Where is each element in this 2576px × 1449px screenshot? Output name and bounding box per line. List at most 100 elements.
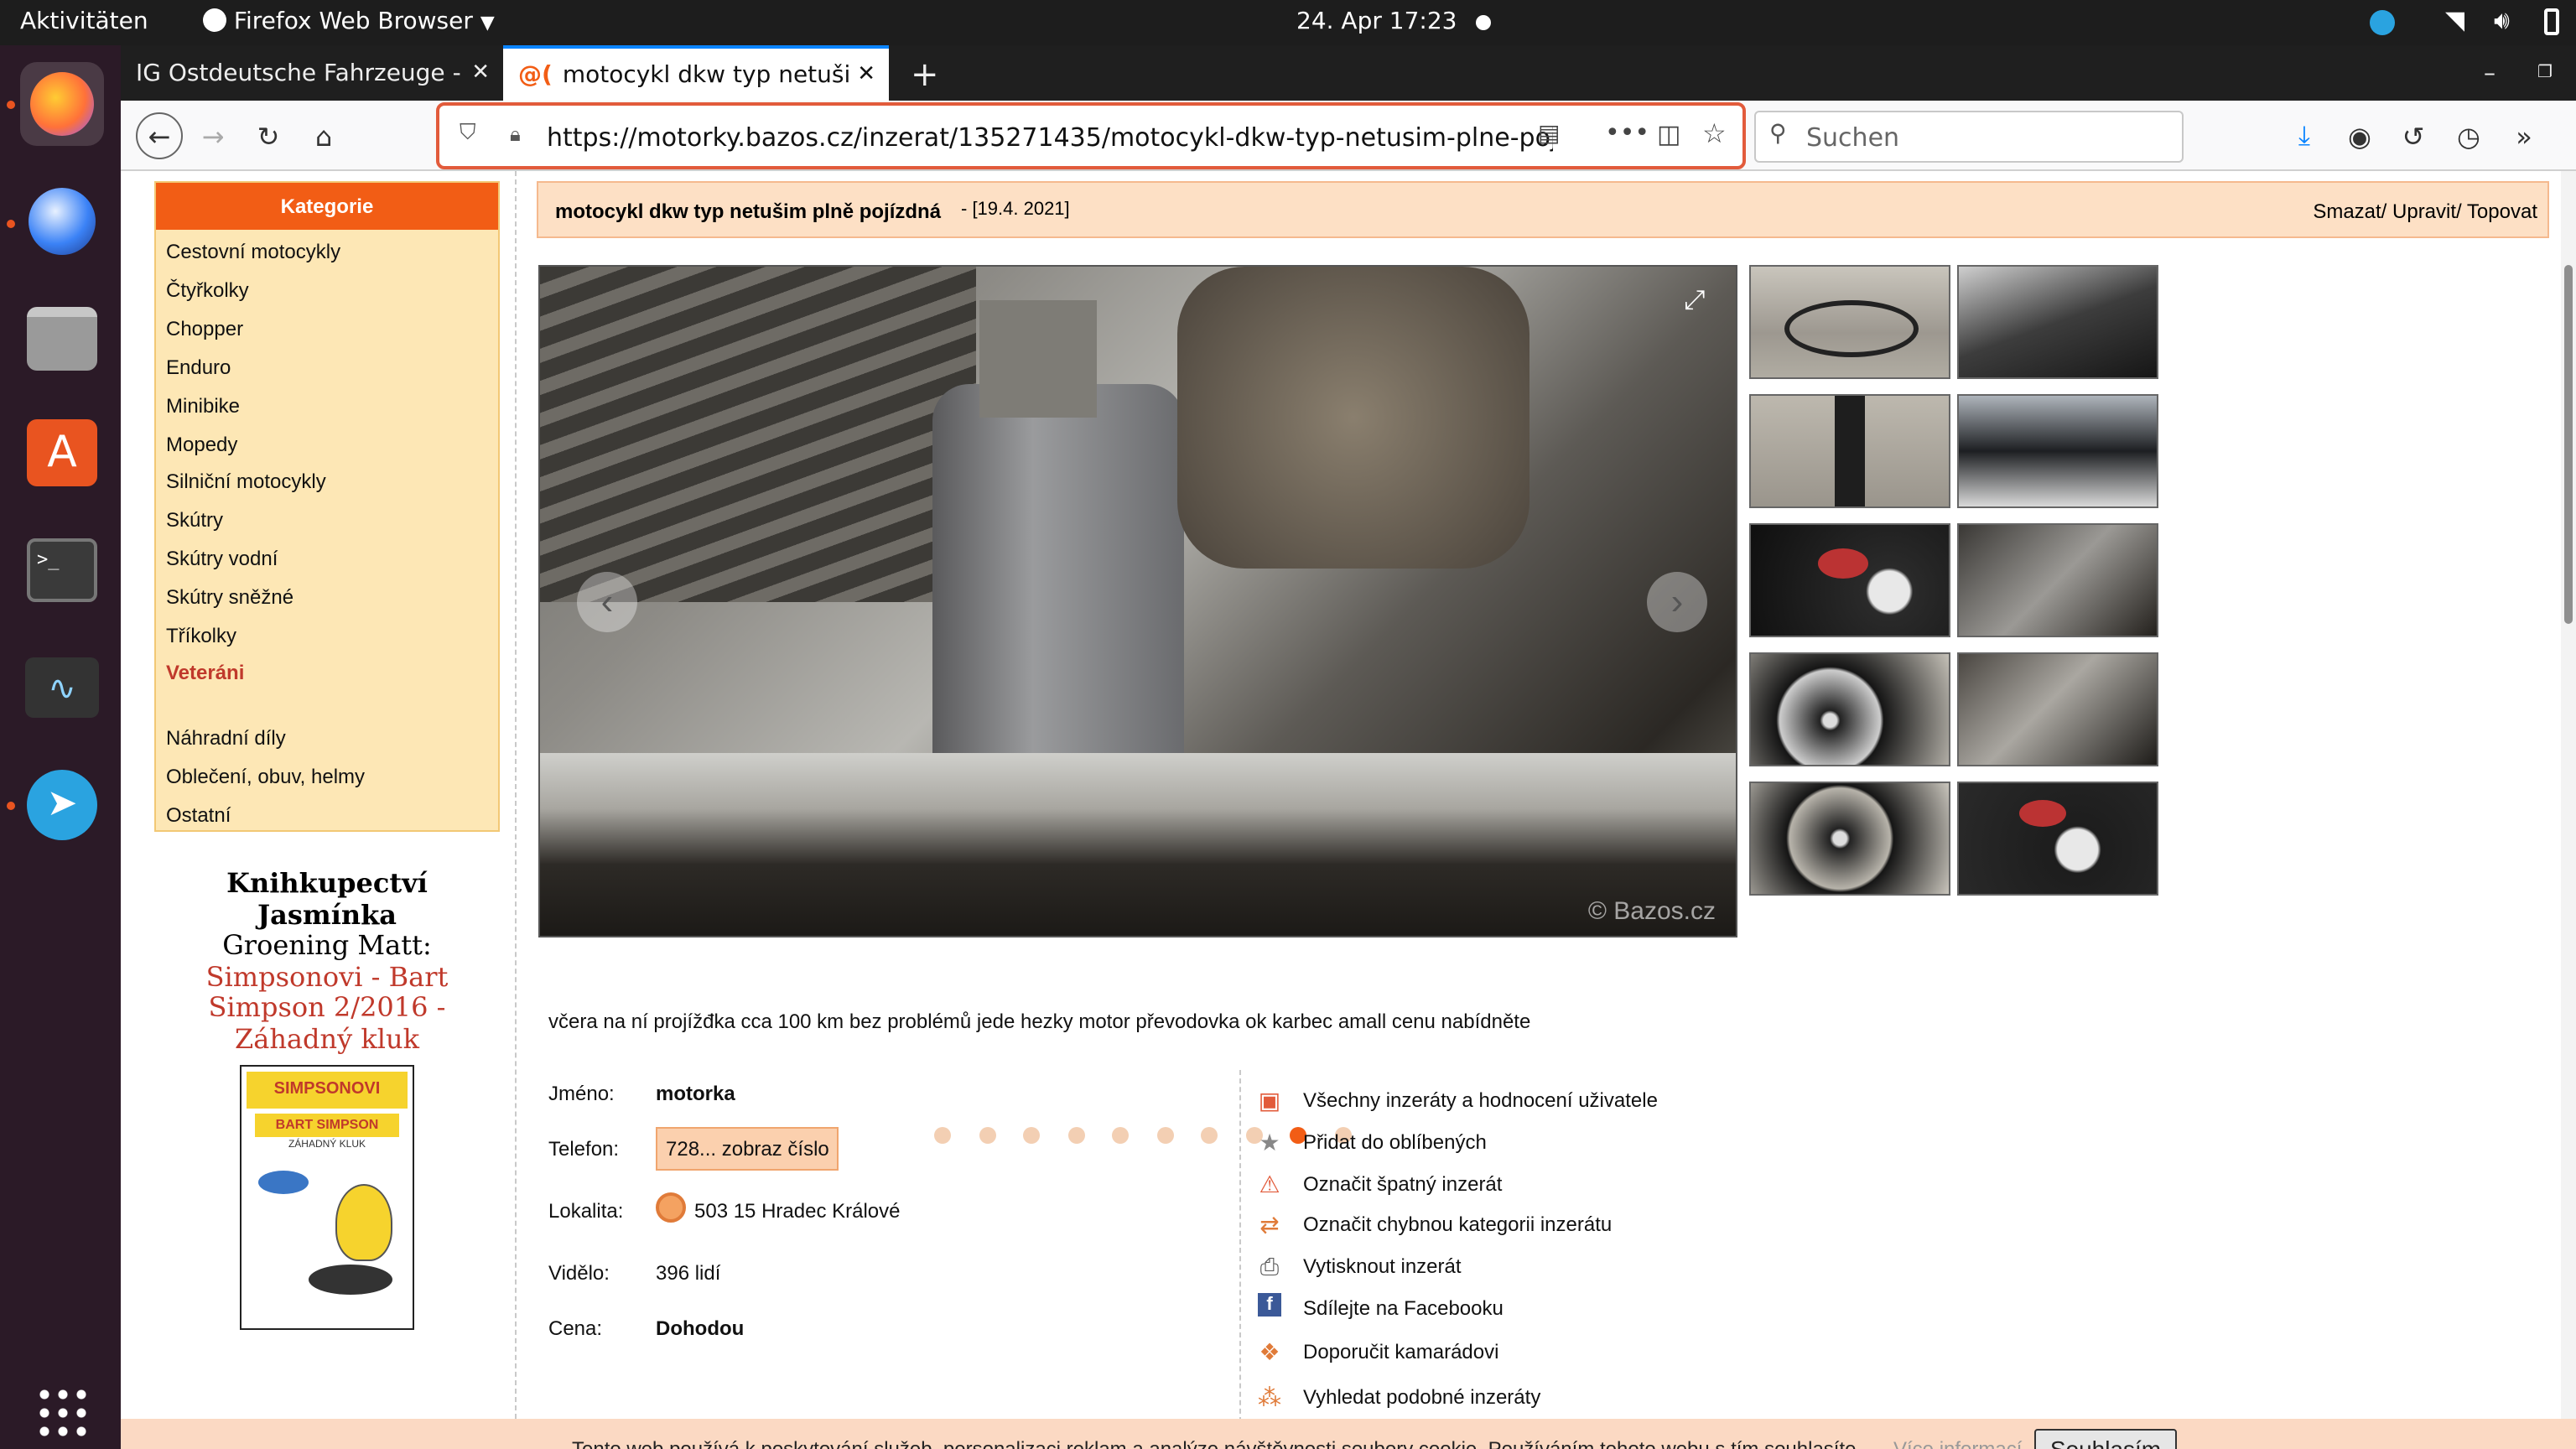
- thumbnail[interactable]: [1749, 394, 1950, 508]
- cookie-more-info-link[interactable]: Více informací: [1893, 1437, 2022, 1449]
- action-add-favorite[interactable]: Přidat do oblíbených: [1303, 1130, 1487, 1154]
- printer-icon: ⎙: [1259, 1252, 1280, 1279]
- sidebar-item-nahradni-dily[interactable]: Náhradní díly: [166, 726, 286, 750]
- files-dock-icon[interactable]: [20, 297, 104, 381]
- page-content: Kategorie Cestovní motocykly Čtyřkolky C…: [121, 171, 2576, 1449]
- sidebar-item-silnicni[interactable]: Silniční motocykly: [166, 470, 326, 493]
- account-icon[interactable]: ◉: [2340, 116, 2380, 156]
- sidebar-item-skutry-vodni[interactable]: Skútry vodní: [166, 547, 278, 570]
- scrollbar-thumb[interactable]: [2564, 265, 2573, 624]
- map-search-icon[interactable]: [656, 1192, 686, 1223]
- prev-photo-chevron-icon[interactable]: ‹: [577, 572, 637, 632]
- thumbnail[interactable]: [1749, 523, 1950, 637]
- thumbnail[interactable]: [1749, 782, 1950, 896]
- sidebar-item-veterani[interactable]: Veteráni: [166, 661, 244, 684]
- promo-book-link[interactable]: Simpsonovi - Bart Simpson 2/2016 - Záhad…: [154, 961, 500, 1055]
- action-share-facebook[interactable]: Sdílejte na Facebooku: [1303, 1296, 1504, 1320]
- action-print[interactable]: Vytisknout inzerát: [1303, 1254, 1462, 1278]
- sidebar-item-skutry[interactable]: Skútry: [166, 508, 223, 532]
- sidebar-item-mopedy[interactable]: Mopedy: [166, 433, 237, 456]
- book-cover-image[interactable]: SIMPSONOVI BART SIMPSON ZÁHADNÝ KLUK: [240, 1065, 414, 1330]
- url-text[interactable]: https://motorky.bazos.cz/inzerat/1352714…: [547, 122, 1553, 153]
- show-phone-button[interactable]: 728... zobraz číslo: [656, 1127, 839, 1171]
- telegram-dock-icon[interactable]: ➤: [20, 763, 104, 847]
- slide-dot[interactable]: [1023, 1127, 1040, 1144]
- reload-icon[interactable]: ↻: [248, 116, 288, 156]
- thumbnail[interactable]: [1957, 523, 2158, 637]
- cookie-accept-button[interactable]: Souhlasím: [2034, 1429, 2177, 1449]
- sidebar-item-chopper[interactable]: Chopper: [166, 317, 243, 340]
- new-tab-icon[interactable]: +: [896, 45, 946, 101]
- action-recommend-friend[interactable]: Doporučit kamarádovi: [1303, 1340, 1498, 1363]
- thumbnail[interactable]: [1957, 782, 2158, 896]
- slide-dot[interactable]: [1067, 1127, 1084, 1144]
- next-photo-chevron-icon[interactable]: ›: [1647, 572, 1707, 632]
- url-bar[interactable]: ⛉ 🔒︎ https://motorky.bazos.cz/inzerat/13…: [436, 102, 1746, 169]
- clock-icon[interactable]: ◷: [2449, 116, 2489, 156]
- sidebar-item-trikolky[interactable]: Tříkolky: [166, 624, 236, 647]
- admin-links[interactable]: Smazat/ Upravit/ Topovat: [2313, 200, 2537, 223]
- restore-window-icon[interactable]: ❐: [2522, 45, 2556, 101]
- slide-dot[interactable]: [979, 1127, 995, 1144]
- thunderbird-dock-icon[interactable]: [20, 179, 104, 263]
- search-placeholder: Suchen: [1806, 122, 1900, 153]
- thumbnail[interactable]: [1957, 265, 2158, 379]
- slide-dot[interactable]: [1201, 1127, 1218, 1144]
- battery-icon[interactable]: [2544, 8, 2559, 35]
- action-all-user-ads[interactable]: Všechny inzeráty a hodnocení uživatele: [1303, 1088, 1658, 1112]
- thumbnail[interactable]: [1957, 394, 2158, 508]
- sidebar-item-ctyrkolky[interactable]: Čtyřkolky: [166, 278, 249, 302]
- show-apps-icon[interactable]: [20, 1370, 104, 1449]
- thumbnail[interactable]: [1749, 652, 1950, 766]
- telegram-tray-icon[interactable]: [2370, 10, 2395, 35]
- slide-dot[interactable]: [1112, 1127, 1129, 1144]
- page-actions-icon[interactable]: •••: [1605, 117, 1649, 148]
- reader-view-icon[interactable]: ▤: [1538, 121, 1560, 148]
- forward-icon[interactable]: →: [193, 116, 233, 156]
- wifi-icon[interactable]: ◥: [2445, 5, 2464, 35]
- close-tab-icon[interactable]: ✕: [857, 62, 875, 87]
- star-icon: ★: [1259, 1128, 1280, 1155]
- tab-ig-ostdeutsche[interactable]: IG Ostdeutsche Fahrzeuge - ✕: [121, 45, 503, 101]
- slide-dot[interactable]: [934, 1127, 951, 1144]
- clock[interactable]: 24. Apr 17:23: [1296, 8, 1457, 35]
- thumbnail[interactable]: [1957, 652, 2158, 766]
- tracking-shield-icon[interactable]: ⛉: [460, 121, 476, 146]
- listing-title: motocykl dkw typ netušim plně pojízdná: [555, 200, 942, 223]
- sidebar-item-minibike[interactable]: Minibike: [166, 394, 240, 418]
- tab-motocykl[interactable]: @( motocykl dkw typ netuši ✕: [503, 45, 889, 101]
- slide-dot[interactable]: [1156, 1127, 1173, 1144]
- downloads-icon[interactable]: ⤓: [2284, 116, 2324, 156]
- thumbnail[interactable]: [1749, 265, 1950, 379]
- sidebar-item-obleceni[interactable]: Oblečení, obuv, helmy: [166, 765, 365, 788]
- firefox-dock-icon[interactable]: [20, 62, 104, 146]
- volume-icon[interactable]: 🔊︎: [2494, 5, 2510, 35]
- location-value[interactable]: 503 15 Hradec Králové: [694, 1199, 901, 1223]
- main-photo[interactable]: ‹ › ⤢ © Bazos.cz: [538, 265, 1737, 937]
- terminal-dock-icon[interactable]: >_: [20, 528, 104, 612]
- minimize-window-icon[interactable]: –: [2469, 45, 2502, 101]
- app-menu[interactable]: Firefox Web Browser ▼: [203, 8, 495, 35]
- activities-button[interactable]: Aktivitäten: [20, 8, 148, 35]
- sidebar-item-cestovni[interactable]: Cestovní motocykly: [166, 240, 340, 263]
- pocket-icon[interactable]: ◫: [1657, 119, 1680, 149]
- back-icon[interactable]: ←: [136, 112, 183, 159]
- sidebar-item-skutry-snezne[interactable]: Skútry sněžné: [166, 585, 293, 609]
- history-icon[interactable]: ↺: [2393, 116, 2433, 156]
- lock-icon[interactable]: 🔒︎: [510, 122, 521, 148]
- page-scrollbar[interactable]: [2561, 171, 2576, 1419]
- sidebar-item-enduro[interactable]: Enduro: [166, 356, 231, 379]
- search-bar[interactable]: ⚲ Suchen: [1754, 111, 2184, 163]
- action-report-listing[interactable]: Označit špatný inzerát: [1303, 1172, 1502, 1196]
- close-tab-icon[interactable]: ✕: [471, 60, 490, 86]
- software-dock-icon[interactable]: A: [20, 411, 104, 495]
- overflow-chevron-icon[interactable]: »: [2504, 116, 2544, 156]
- action-similar-listings[interactable]: Vyhledat podobné inzeráty: [1303, 1385, 1540, 1409]
- sidebar-item-ostatni[interactable]: Ostatní: [166, 803, 231, 827]
- home-icon[interactable]: ⌂: [304, 116, 344, 156]
- action-wrong-category[interactable]: Označit chybnou kategorii inzerátu: [1303, 1213, 1612, 1236]
- phone-label: Telefon:: [548, 1137, 620, 1161]
- bookmark-star-icon[interactable]: ☆: [1702, 117, 1727, 149]
- fullscreen-expand-icon[interactable]: ⤢: [1684, 287, 1706, 317]
- system-monitor-dock-icon[interactable]: ∿: [20, 646, 104, 730]
